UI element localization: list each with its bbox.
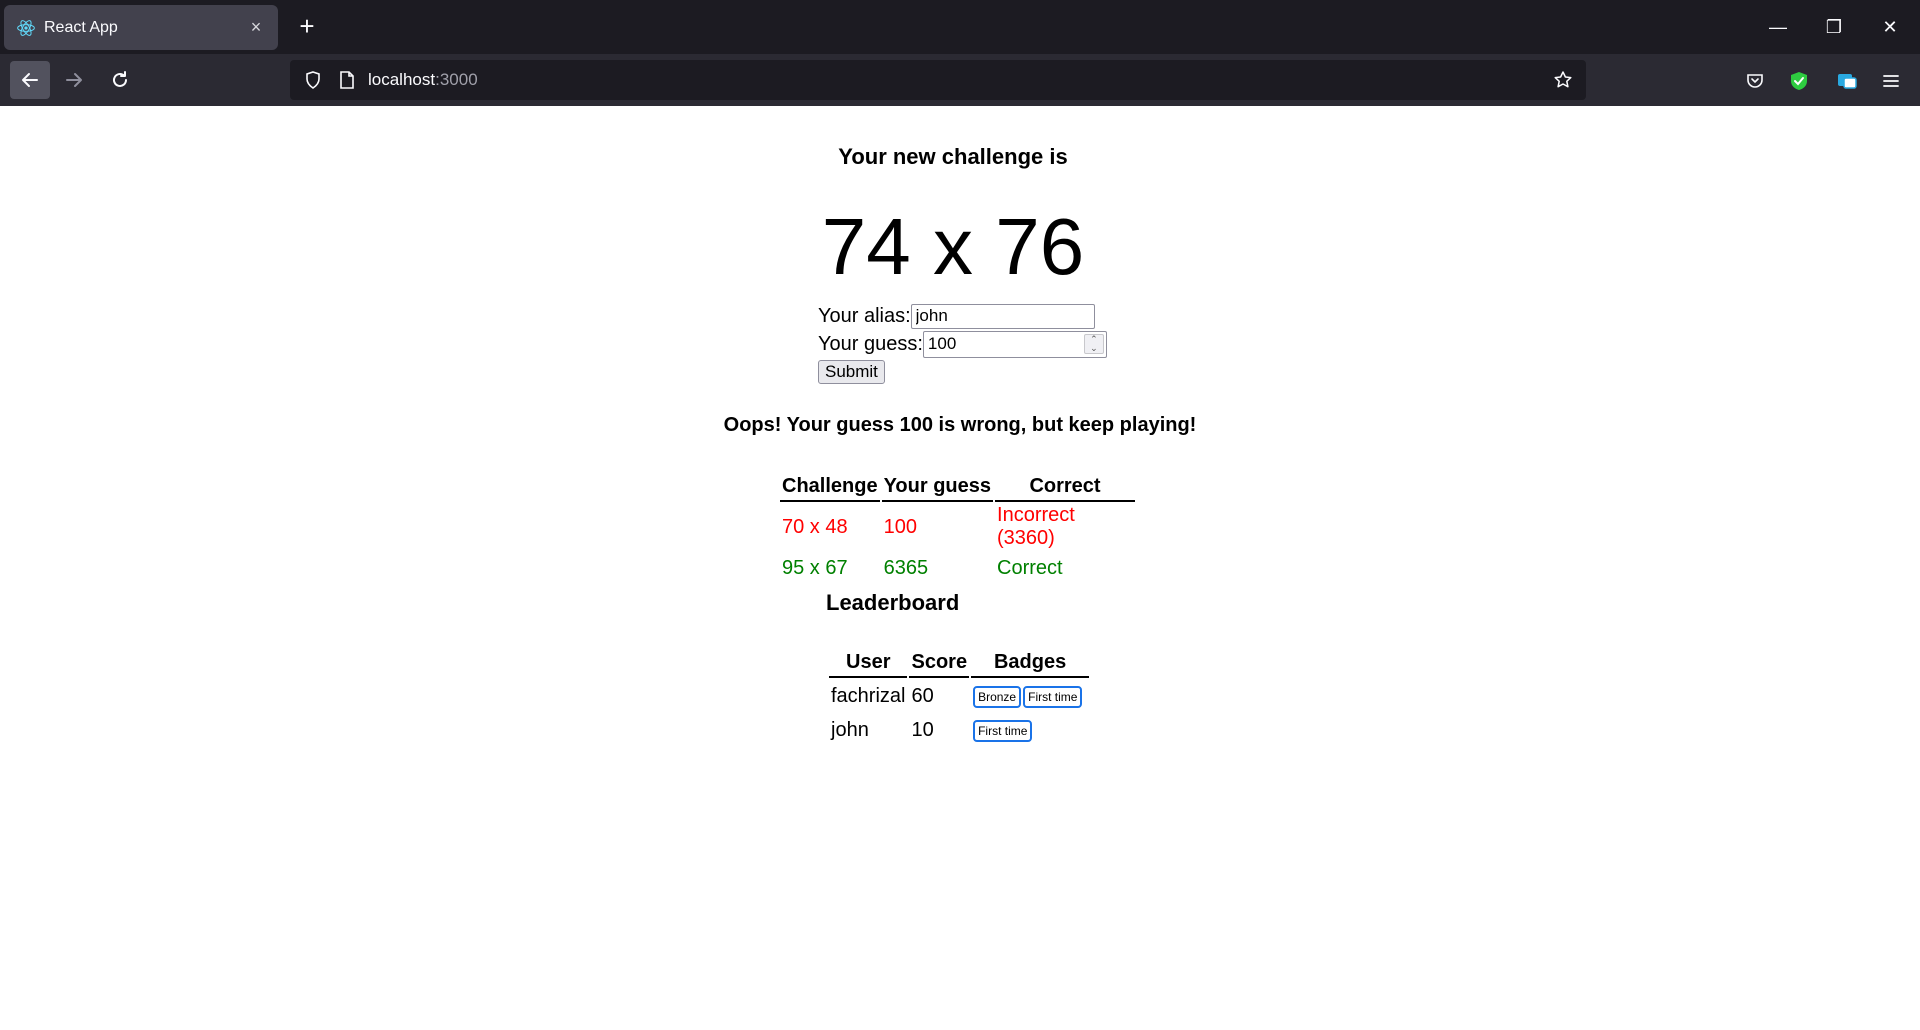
badge: First time (973, 720, 1033, 742)
url-port: :3000 (435, 70, 478, 89)
url-host: localhost (368, 70, 436, 89)
page-content: Your new challenge is 74 x 76 Your alias… (0, 106, 1920, 1030)
tab-bar: React App × + — ❐ ✕ (0, 0, 1920, 54)
attempt-guess: 100 (883, 515, 917, 538)
guess-form: Your alias: Your guess: ⌃⌄ Submit (818, 302, 1107, 384)
leaderboard-table: User Score Badges fachrizal 60 Bronze Fir… (827, 646, 1091, 748)
column-header-score: Score (909, 648, 970, 678)
attempt-result: Correct (997, 556, 1063, 579)
tab-react-app[interactable]: React App × (4, 5, 278, 50)
table-header-row: Challenge Your guess Correct (780, 472, 1136, 502)
close-window-button[interactable]: ✕ (1862, 0, 1918, 54)
react-logo-icon (17, 19, 35, 36)
column-header-challenge: Challenge (780, 472, 880, 502)
column-header-correct: Correct (995, 472, 1136, 502)
tab-close-icon[interactable]: × (246, 17, 266, 38)
table-row: john 10 First time (829, 714, 1089, 746)
guess-field: ⌃⌄ (922, 330, 1107, 358)
leaderboard-badges: First time (971, 714, 1089, 746)
result-message: Oops! Your guess 100 is wrong, but keep … (723, 414, 1197, 436)
guess-label: Your guess: (818, 332, 923, 355)
menu-icon[interactable] (1876, 66, 1906, 96)
number-spinner-icon[interactable]: ⌃ ⌄ (1083, 333, 1104, 354)
attempts-table: Challenge Your guess Correct 70 x 48 100… (778, 470, 1137, 586)
table-row: 95 x 67 6365 Correct (780, 552, 1135, 584)
translate-extension-icon[interactable] (1832, 66, 1862, 96)
minimize-button[interactable]: — (1750, 0, 1806, 54)
attempt-challenge: 70 x 48 (782, 515, 848, 538)
table-row: fachrizal 60 Bronze First time (829, 680, 1089, 712)
leaderboard-badges: Bronze First time (971, 680, 1089, 712)
bookmark-star-icon[interactable] (1550, 67, 1576, 93)
challenge-heading: Your new challenge is (838, 144, 1068, 169)
leaderboard-user: john (831, 718, 869, 741)
alias-input[interactable] (910, 303, 1095, 329)
table-row: 70 x 48 100 Incorrect (3360) (780, 504, 1135, 550)
column-header-guess: Your guess (881, 472, 994, 502)
leaderboard-score: 10 (911, 718, 934, 741)
attempt-challenge: 95 x 67 (782, 556, 848, 579)
guess-input[interactable] (922, 330, 1107, 358)
arrow-left-icon (22, 73, 38, 87)
reload-icon (113, 71, 127, 87)
attempt-guess: 6365 (883, 556, 929, 579)
alias-label: Your alias: (818, 304, 911, 327)
badge: First time (1023, 686, 1083, 708)
attempt-result: Incorrect (3360) (997, 504, 1075, 549)
leaderboard-user: fachrizal (831, 684, 906, 707)
column-header-badges: Badges (971, 648, 1090, 678)
forward-button[interactable] (54, 61, 94, 99)
badge: Bronze (973, 686, 1022, 708)
leaderboard-title: Leaderboard (826, 590, 960, 615)
challenge-text: 74 x 76 (821, 202, 1085, 291)
restore-button[interactable]: ❐ (1806, 0, 1862, 54)
column-header-user: User (829, 648, 908, 678)
submit-button[interactable]: Submit (818, 360, 885, 384)
page-icon[interactable] (334, 67, 360, 93)
leaderboard-score: 60 (911, 684, 934, 707)
back-button[interactable] (10, 61, 50, 99)
reload-button[interactable] (100, 61, 140, 99)
shield-extension-icon[interactable] (1784, 66, 1814, 96)
pocket-icon[interactable] (1740, 66, 1770, 96)
table-header-row: User Score Badges (829, 648, 1090, 678)
tab-title: React App (44, 18, 118, 36)
url-bar[interactable]: localhost:3000 (290, 60, 1586, 100)
nav-bar: localhost:3000 (0, 54, 1920, 106)
new-tab-button[interactable]: + (292, 12, 322, 42)
arrow-right-icon (66, 73, 82, 87)
shield-icon[interactable] (300, 67, 326, 93)
